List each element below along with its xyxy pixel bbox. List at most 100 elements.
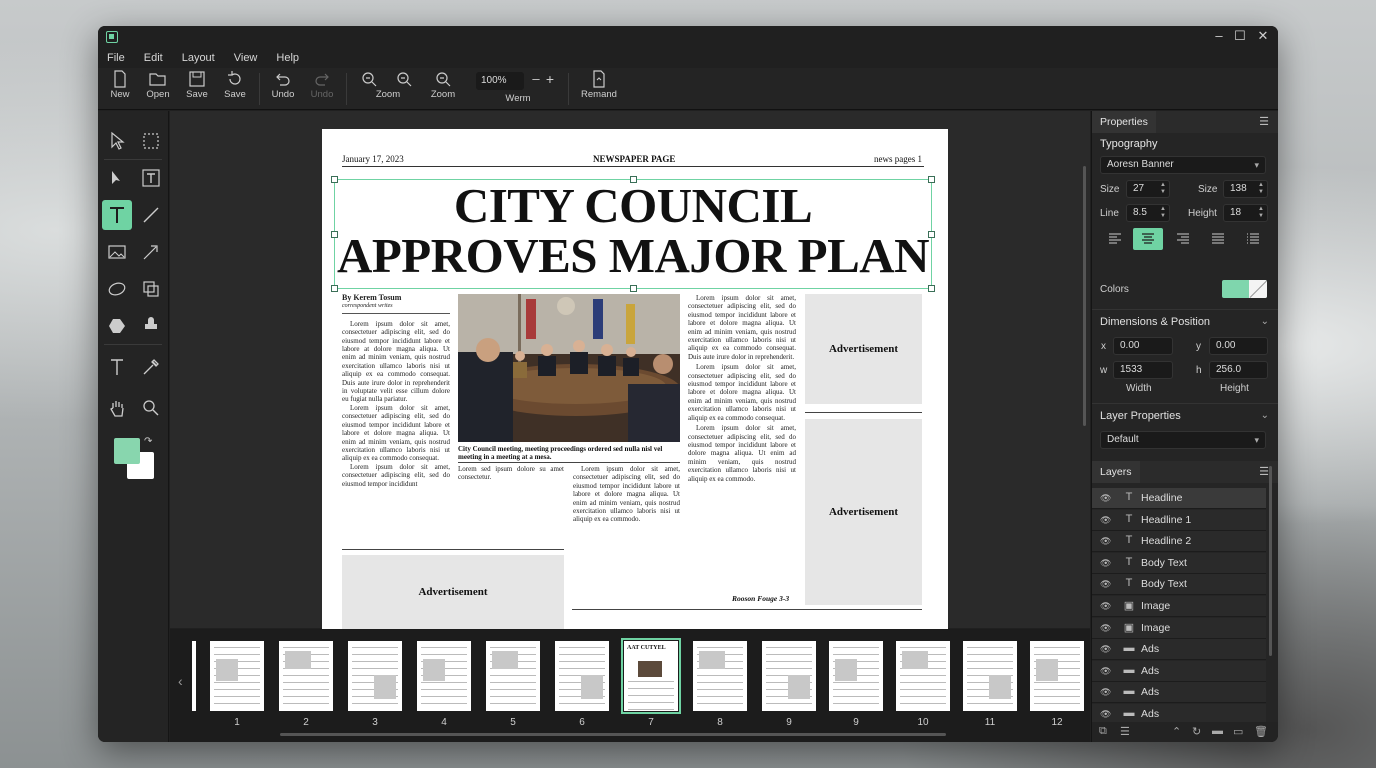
menu-help[interactable]: Help [276, 48, 299, 68]
layer-row[interactable]: 👁 T Headline [1092, 488, 1266, 509]
stepper-icon[interactable]: ▲ ▼ [1258, 182, 1264, 196]
align-center-button[interactable] [1133, 228, 1163, 250]
close-icon[interactable]: ✕ [1252, 28, 1274, 44]
dimensions-section-header[interactable]: Dimensions & Position ⌄ [1092, 309, 1278, 333]
align-right-button[interactable] [1168, 228, 1198, 250]
save-as-button[interactable]: Save [215, 70, 255, 100]
zoom-out-button[interactable]: Zoom [423, 70, 463, 100]
resize-handle[interactable] [331, 176, 338, 183]
stepper-icon[interactable]: ▲ ▼ [1160, 206, 1166, 220]
visibility-eye-icon[interactable]: 👁 [1100, 644, 1111, 655]
photo-caption[interactable]: City Council meeting, meeting proceeding… [458, 445, 680, 462]
line-tool[interactable] [136, 200, 166, 230]
newspaper-page[interactable]: January 17, 2023 NEWSPAPER PAGE news pag… [322, 129, 948, 629]
layer-row[interactable]: 👁 ▬ Ads [1092, 639, 1266, 661]
polygon-tool[interactable] [102, 311, 132, 341]
trash-icon[interactable]: 🗑 [1254, 725, 1268, 738]
page-thumbnail[interactable] [417, 641, 471, 711]
stepper-icon[interactable]: ▲ ▼ [1160, 182, 1166, 196]
color-swatch[interactable] [1222, 280, 1267, 298]
layer-row[interactable]: 👁 ▣ Image [1092, 617, 1266, 639]
visibility-eye-icon[interactable]: 👁 [1100, 666, 1111, 677]
page-thumbnail[interactable] [1030, 641, 1084, 711]
marquee-tool[interactable] [136, 126, 166, 156]
ellipse-tool[interactable] [102, 274, 132, 304]
visibility-eye-icon[interactable]: 👁 [1100, 493, 1111, 504]
remand-button[interactable]: Remand [579, 70, 619, 100]
pen-tool[interactable] [136, 237, 166, 267]
article-column-3[interactable]: Lorem ipsum dolor sit amet, consectetuer… [688, 294, 796, 599]
layers-menu-icon[interactable]: ☰ [1259, 465, 1269, 478]
eyedropper-tool[interactable] [136, 352, 166, 382]
save-button[interactable]: Save [177, 70, 217, 100]
layer-row[interactable]: 👁 T Headline 2 [1092, 531, 1266, 553]
zoom-plus-icon[interactable]: + [539, 71, 561, 87]
visibility-eye-icon[interactable]: 👁 [1100, 579, 1111, 590]
page-thumbnail[interactable] [210, 641, 264, 711]
layers-scrollbar[interactable] [1269, 466, 1272, 656]
layer-properties-section-header[interactable]: Layer Properties ⌄ [1092, 403, 1278, 427]
maximize-icon[interactable]: ☐ [1229, 28, 1251, 44]
text-tool[interactable] [102, 200, 132, 230]
resize-handle[interactable] [331, 285, 338, 292]
article-column-2b[interactable]: Lorem ipsum dolor sit amet, consectetuer… [573, 465, 680, 600]
article-column-2a[interactable]: Lorem sed ipsum dolore su amet consectet… [458, 465, 564, 545]
resize-handle[interactable] [928, 231, 935, 238]
layer-row[interactable]: 👁 ▣ Image [1092, 596, 1266, 617]
layer-row[interactable]: 👁 ▬ Ads [1092, 660, 1266, 682]
article-column-1[interactable]: By Kerem Tosum correspondent writes Lore… [342, 294, 450, 544]
page-thumbnail[interactable] [279, 641, 333, 711]
height-dimension-input[interactable]: 256.0 [1209, 361, 1268, 379]
zoom-tool[interactable] [136, 393, 166, 423]
folder-icon[interactable]: ▬ [1212, 725, 1223, 737]
visibility-eye-icon[interactable]: 👁 [1100, 515, 1111, 526]
monitor-icon[interactable]: ▭ [1233, 725, 1243, 738]
visibility-eye-icon[interactable]: 👁 [1100, 709, 1111, 720]
page-thumbnail[interactable] [829, 641, 883, 711]
font-size-input[interactable]: 27 ▲ ▼ [1126, 180, 1170, 198]
font-family-dropdown[interactable]: Aoresn Banner [1100, 156, 1266, 174]
layer-list-icon[interactable]: ☰ [1120, 725, 1130, 738]
duplicate-icon[interactable]: ↻ [1192, 725, 1201, 738]
swap-colors-icon[interactable]: ↷ [144, 436, 152, 447]
advertisement-middle-right[interactable]: Advertisement [805, 419, 922, 605]
page-thumbnail[interactable] [693, 641, 747, 711]
canvas-vertical-scrollbar[interactable] [1083, 166, 1086, 426]
move-up-icon[interactable]: ⌃ [1172, 725, 1181, 738]
visibility-eye-icon[interactable]: 👁 [1100, 623, 1111, 634]
page-thumbnail[interactable] [762, 641, 816, 711]
height-input[interactable]: 18 ▲ ▼ [1223, 204, 1268, 222]
redo-button[interactable]: Undo [302, 70, 342, 100]
resize-handle[interactable] [928, 285, 935, 292]
select-tool[interactable] [102, 126, 132, 156]
size-input-2[interactable]: 138 ▲ ▼ [1223, 180, 1268, 198]
menu-view[interactable]: View [234, 48, 258, 68]
zoom-level-input[interactable]: 100% [476, 72, 524, 90]
selection-box[interactable] [331, 176, 935, 292]
type-tool[interactable] [102, 352, 132, 382]
text-frame-tool[interactable] [136, 163, 166, 193]
open-button[interactable]: Open [138, 70, 178, 100]
werm-button[interactable]: Werm [498, 93, 538, 104]
council-meeting-photo[interactable] [458, 294, 680, 442]
page-thumbnail[interactable] [486, 641, 540, 711]
menu-file[interactable]: File [107, 48, 125, 68]
layer-row[interactable]: 👁 T Body Text [1092, 574, 1266, 596]
zoom-in-button[interactable]: Zoom [368, 70, 412, 100]
chevron-left-icon[interactable]: ‹ [178, 673, 183, 689]
resize-handle[interactable] [630, 285, 637, 292]
image-tool[interactable] [102, 237, 132, 267]
resize-handle[interactable] [630, 176, 637, 183]
page-thumbnail[interactable] [348, 641, 402, 711]
direct-select-tool[interactable] [102, 163, 132, 193]
y-position-input[interactable]: 0.00 [1209, 337, 1268, 355]
properties-tab[interactable]: Properties [1092, 111, 1156, 133]
advertisement-top-right[interactable]: Advertisement [805, 294, 922, 404]
panel-menu-icon[interactable]: ☰ [1259, 115, 1269, 128]
page-thumbnail[interactable]: AAT CUTYEL [621, 638, 681, 714]
resize-handle[interactable] [928, 176, 935, 183]
undo-button[interactable]: Undo [263, 70, 303, 100]
thumbnails-scrollbar[interactable] [280, 733, 946, 736]
new-button[interactable]: New [100, 70, 140, 100]
x-position-input[interactable]: 0.00 [1113, 337, 1173, 355]
